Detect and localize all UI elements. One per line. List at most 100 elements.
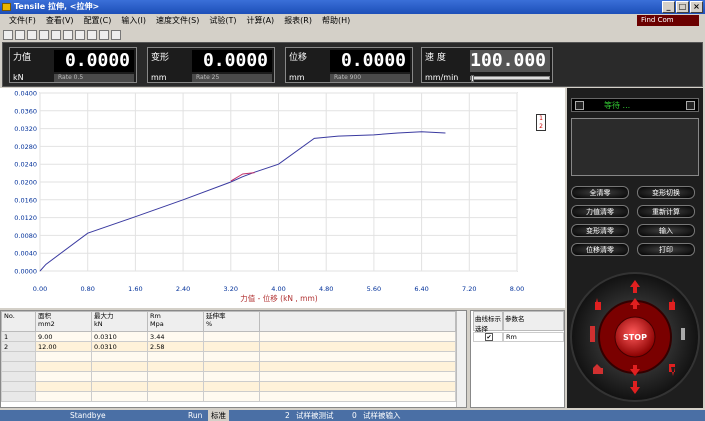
title-bar: Tensile 拉伸, <拉伸> _ □ × <box>0 0 705 14</box>
grid-icon[interactable] <box>51 29 61 40</box>
y-tick-label: 0.0080 <box>14 232 37 240</box>
cell-elongation[interactable] <box>203 331 260 342</box>
table-row-empty[interactable] <box>1 391 456 402</box>
cell-no: 1 <box>1 331 36 342</box>
displacement-unit: mm <box>289 73 305 82</box>
header-no[interactable]: No. <box>1 311 36 332</box>
table-scrollbar[interactable] <box>456 311 466 407</box>
maximize-button[interactable]: □ <box>676 1 689 13</box>
stop-button[interactable]: STOP <box>614 316 656 358</box>
speed-value[interactable]: 100.000 <box>470 50 550 72</box>
open-icon[interactable] <box>15 29 25 40</box>
menu-view[interactable]: 查看(V) <box>41 14 79 28</box>
deformation-rate: Rate 25 <box>192 74 272 82</box>
deformation-label: 变形 <box>151 53 170 63</box>
window-title: Tensile 拉伸, <拉伸> <box>14 2 100 11</box>
cell-empty[interactable] <box>259 331 456 342</box>
x-axis-label: 力值 - 位移 (kN , mm) <box>240 293 318 303</box>
header-empty[interactable] <box>259 311 456 332</box>
table-icon[interactable] <box>75 29 85 40</box>
curve-checkbox[interactable]: ✔ <box>473 332 503 342</box>
deformation-value: 0.0000 <box>192 50 272 72</box>
zero-deformation-button[interactable]: 变形清零 <box>571 224 629 237</box>
header-max-force[interactable]: 最大力 kN <box>91 311 148 332</box>
print-button[interactable]: 打印 <box>637 243 695 256</box>
x-tick-label: 5.60 <box>367 285 381 293</box>
speed-slider-knob[interactable] <box>471 75 474 82</box>
header-rm[interactable]: Rm Mpa <box>147 311 204 332</box>
recalculate-button[interactable]: 重新计算 <box>637 205 695 218</box>
cell-empty[interactable] <box>259 341 456 352</box>
table-row-empty[interactable] <box>1 381 456 392</box>
cell-rm[interactable]: 3.44 <box>147 331 204 342</box>
new-icon[interactable] <box>3 29 13 40</box>
stop-label: STOP <box>623 333 647 342</box>
mode-button[interactable]: 标准 <box>208 410 229 421</box>
menu-file[interactable]: 文件(F) <box>4 14 41 28</box>
report-icon[interactable] <box>87 29 97 40</box>
right-bar-icon[interactable] <box>681 328 685 340</box>
save-icon[interactable] <box>27 29 37 40</box>
cell-max-force[interactable]: 0.0310 <box>91 341 148 352</box>
help-icon[interactable] <box>39 29 49 40</box>
force-unit: kN <box>13 73 24 82</box>
curve-legend-box[interactable]: 1 2 <box>536 114 546 131</box>
displacement-rate: Rate 900 <box>330 74 410 82</box>
menu-report[interactable]: 报表(R) <box>279 14 317 28</box>
minimize-button[interactable]: _ <box>662 1 675 13</box>
cell-max-force[interactable]: 0.0310 <box>91 331 148 342</box>
menu-calculate[interactable]: 计算(A) <box>241 14 279 28</box>
results-table-pane: No. 面积 mm2 最大力 kN Rm Mpa 延伸率% 1 9.00 0.0310… <box>0 310 467 408</box>
menu-input[interactable]: 输入(I) <box>116 14 151 28</box>
find-com-indicator[interactable]: Find Com <box>637 15 699 26</box>
y-tick-label: 0.0040 <box>14 250 37 258</box>
table-header-row: No. 面积 mm2 最大力 kN Rm Mpa 延伸率% <box>1 311 456 332</box>
menu-bar: 文件(F) 查看(V) 配置(C) 输入(I) 速度文件(S) 试验(T) 计算… <box>0 14 705 28</box>
x-tick-label: 0.00 <box>33 285 47 293</box>
state-text: Standbye <box>70 411 106 420</box>
zero-force-button[interactable]: 力值清零 <box>571 205 629 218</box>
status-bar: Standbye Run 标准 2 试样被测试 0 试样被输入 <box>0 410 705 421</box>
switch-deformation-button[interactable]: 变形切换 <box>637 186 695 199</box>
speed-slider[interactable] <box>470 75 550 82</box>
run-text: Run <box>188 411 203 420</box>
export-icon[interactable] <box>111 29 121 40</box>
force-readout: 力值 kN 0.0000 Rate 0.5 <box>9 47 137 83</box>
cell-area[interactable]: 12.00 <box>35 341 92 352</box>
menu-config[interactable]: 配置(C) <box>79 14 117 28</box>
speed-unit: mm/min <box>425 73 459 82</box>
menu-test[interactable]: 试验(T) <box>204 14 241 28</box>
table-row[interactable]: 2 12.00 0.0310 2.58 <box>1 341 456 352</box>
table-row[interactable]: 1 9.00 0.0310 3.44 <box>1 331 456 342</box>
print-icon[interactable] <box>99 29 109 40</box>
zero-displacement-button[interactable]: 位移清零 <box>571 243 629 256</box>
header-elongation[interactable]: 延伸率% <box>203 311 260 332</box>
param-name-header: 参数名 <box>503 311 564 331</box>
cell-elongation[interactable] <box>203 341 260 352</box>
y-tick-label: 0.0320 <box>14 125 37 133</box>
table-row-empty[interactable] <box>1 361 456 372</box>
x-tick-label: 7.20 <box>462 285 476 293</box>
results-table: No. 面积 mm2 最大力 kN Rm Mpa 延伸率% 1 9.00 0.0310… <box>1 311 456 402</box>
y-tick-label: 0.0240 <box>14 161 37 169</box>
tested-count: 2 <box>285 411 290 420</box>
curve-select-pane: 曲线标示选择 参数名 ✔ Rm <box>470 310 565 408</box>
header-area[interactable]: 面积 mm2 <box>35 311 92 332</box>
param-name-cell[interactable]: Rm <box>503 332 564 342</box>
table-row-empty[interactable] <box>1 351 456 362</box>
zero-all-button[interactable]: 全清零 <box>571 186 629 199</box>
chart-pane: 0.0000 0.0040 0.0080 0.0120 0.0160 0.0200 0.02… <box>0 88 565 308</box>
status-display: 等待 ... <box>571 98 699 112</box>
menu-speed-file[interactable]: 速度文件(S) <box>151 14 204 28</box>
left-bar-icon[interactable] <box>590 326 595 342</box>
x-tick-label: 4.00 <box>271 285 285 293</box>
tested-label: 试样被测试 <box>296 411 334 420</box>
chart-icon[interactable] <box>63 29 73 40</box>
cell-area[interactable]: 9.00 <box>35 331 92 342</box>
input-button[interactable]: 输入 <box>637 224 695 237</box>
speed-label: 速 度 <box>425 53 446 63</box>
menu-help[interactable]: 帮助(H) <box>317 14 355 28</box>
cell-rm[interactable]: 2.58 <box>147 341 204 352</box>
table-row-empty[interactable] <box>1 371 456 382</box>
close-button[interactable]: × <box>690 1 703 13</box>
